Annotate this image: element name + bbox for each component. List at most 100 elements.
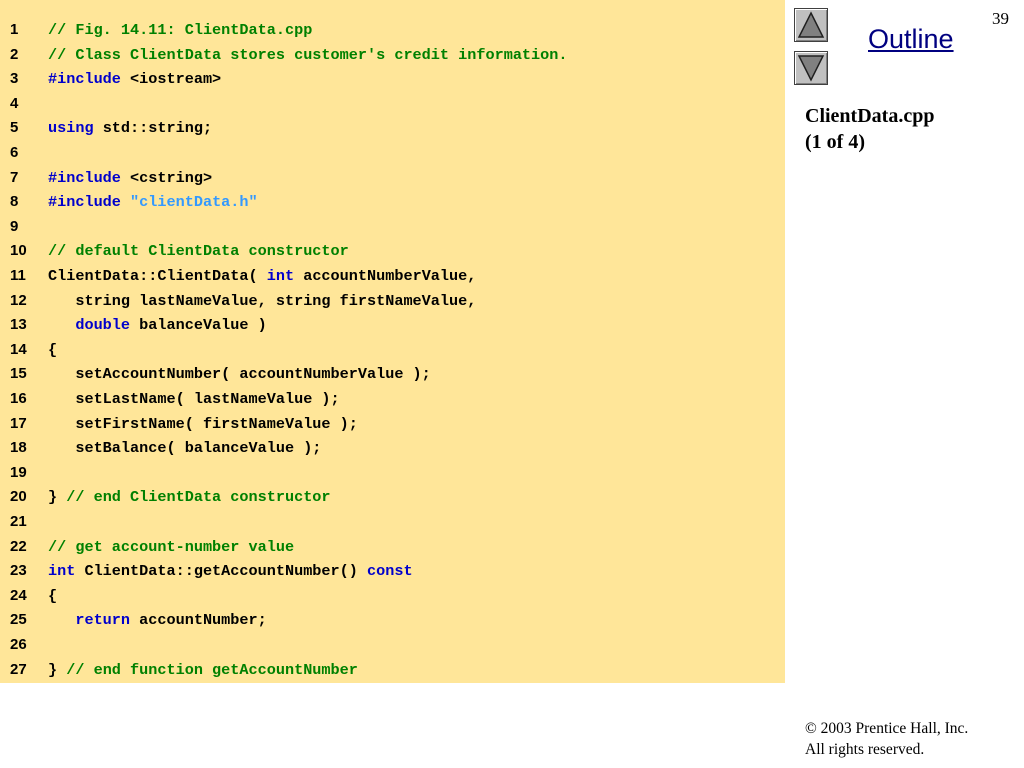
code-text: double balanceValue ) bbox=[48, 313, 266, 338]
line-number: 11 bbox=[10, 267, 26, 284]
code-token-plain: ClientData::ClientData( bbox=[48, 267, 267, 285]
code-text: } // end ClientData constructor bbox=[48, 485, 331, 510]
code-line: 23 int ClientData::getAccountNumber() con… bbox=[0, 559, 785, 584]
copyright-notice: © 2003 Prentice Hall, Inc. All rights re… bbox=[805, 718, 968, 760]
code-token-keyword: const bbox=[367, 562, 413, 581]
code-text: string lastNameValue, string firstNameVa… bbox=[48, 289, 476, 314]
code-text: // Class ClientData stores customer's cr… bbox=[48, 43, 568, 68]
code-line: 20} // end ClientData constructor bbox=[0, 485, 785, 510]
code-token-comment: // default ClientData constructor bbox=[48, 242, 349, 261]
code-token-string: "clientData.h" bbox=[130, 193, 258, 212]
rights-line: All rights reserved. bbox=[805, 741, 925, 758]
line-number: 17 bbox=[10, 414, 27, 432]
line-number: 3 bbox=[10, 70, 19, 88]
line-number: 10 bbox=[10, 242, 27, 260]
code-token-plain: std::string; bbox=[93, 119, 213, 138]
code-token-keyword: using bbox=[48, 119, 94, 138]
line-number: 13 bbox=[10, 316, 27, 334]
code-token-keyword: int bbox=[266, 267, 295, 285]
code-line: 12 string lastNameValue, string firstNam… bbox=[0, 289, 785, 314]
code-token-keyword: #include bbox=[48, 168, 121, 187]
code-line: 6 bbox=[0, 141, 785, 166]
line-number: 15 bbox=[10, 365, 27, 383]
code-token-plain: } bbox=[48, 488, 67, 507]
code-token-comment: // get account-number value bbox=[48, 537, 295, 556]
line-number: 24 bbox=[10, 586, 27, 604]
code-line: 11 ClientData::ClientData( int accountNum… bbox=[0, 264, 785, 289]
code-text: // Fig. 14.11: ClientData.cpp bbox=[48, 18, 312, 43]
code-line: 26 bbox=[0, 633, 785, 658]
code-line: 4 bbox=[0, 92, 785, 117]
code-token-plain: string lastNameValue, string firstNameVa… bbox=[48, 291, 477, 310]
code-text: setBalance( balanceValue ); bbox=[48, 436, 321, 461]
code-line: 5 using std::string; bbox=[0, 116, 785, 141]
line-number: 6 bbox=[10, 144, 19, 161]
code-token-comment: // end ClientData constructor bbox=[66, 488, 331, 507]
code-token-plain: <iostream> bbox=[120, 70, 222, 89]
line-number: 7 bbox=[10, 168, 19, 186]
code-line: 25 return accountNumber; bbox=[0, 608, 785, 633]
copyright-line: © 2003 Prentice Hall, Inc. bbox=[805, 720, 969, 737]
line-number: 26 bbox=[10, 636, 27, 653]
code-token-plain: setBalance( balanceValue ); bbox=[48, 439, 322, 458]
previous-slide-button[interactable] bbox=[794, 8, 828, 42]
triangle-up-icon bbox=[797, 11, 825, 38]
code-text: setFirstName( firstNameValue ); bbox=[48, 412, 358, 437]
code-line: 19 bbox=[0, 461, 785, 486]
code-line: 13 double balanceValue ) bbox=[0, 313, 785, 338]
code-line: 3 #include <iostream> bbox=[0, 67, 785, 92]
code-token-plain: accountNumber; bbox=[130, 611, 267, 630]
code-text: setLastName( lastNameValue ); bbox=[48, 387, 340, 412]
triangle-down-icon bbox=[797, 55, 825, 82]
code-line: 17 setFirstName( firstNameValue ); bbox=[0, 412, 785, 437]
code-line: 21 bbox=[0, 510, 785, 535]
code-line: 14 { bbox=[0, 338, 785, 363]
code-text: setAccountNumber( accountNumberValue ); bbox=[48, 362, 431, 387]
line-number: 8 bbox=[10, 193, 19, 211]
code-token-keyword: double bbox=[75, 316, 131, 335]
code-token-keyword: return bbox=[75, 611, 131, 630]
code-text: ClientData::ClientData( int accountNumbe… bbox=[48, 264, 476, 289]
outline-link[interactable]: Outline bbox=[868, 24, 954, 55]
code-text: } // end function getAccountNumber bbox=[48, 658, 358, 683]
code-text: { bbox=[48, 584, 57, 609]
code-text: #include "clientData.h" bbox=[48, 190, 258, 215]
code-text: // default ClientData constructor bbox=[48, 239, 349, 264]
file-name: ClientData.cpp bbox=[805, 105, 935, 127]
code-line: 22 // get account-number value bbox=[0, 535, 785, 560]
code-text: // get account-number value bbox=[48, 535, 294, 560]
code-token-keyword: int bbox=[48, 562, 76, 581]
code-token-plain: } bbox=[48, 660, 67, 679]
code-text: return accountNumber; bbox=[48, 608, 267, 633]
line-number: 5 bbox=[10, 119, 19, 137]
code-line: 24 { bbox=[0, 584, 785, 609]
line-number: 16 bbox=[10, 390, 27, 407]
part-indicator: (1 of 4) bbox=[805, 131, 865, 153]
page-number: 39 bbox=[992, 9, 1009, 28]
line-number: 12 bbox=[10, 291, 27, 309]
line-number: 1 bbox=[10, 21, 19, 38]
line-number: 18 bbox=[10, 439, 27, 457]
line-number: 22 bbox=[10, 537, 27, 555]
line-number: 14 bbox=[10, 340, 27, 358]
code-token-keyword: #include bbox=[48, 193, 121, 212]
code-line: 1 // Fig. 14.11: ClientData.cpp bbox=[0, 18, 785, 43]
line-number: 23 bbox=[10, 562, 27, 580]
code-line: 8 #include "clientData.h" bbox=[0, 190, 785, 215]
line-number: 25 bbox=[10, 611, 27, 629]
code-line: 16 setLastName( lastNameValue ); bbox=[0, 387, 785, 412]
line-number: 9 bbox=[10, 217, 19, 235]
line-number: 4 bbox=[10, 94, 19, 112]
code-line: 9 bbox=[0, 215, 785, 240]
code-text: { bbox=[48, 338, 57, 363]
code-token-plain: ClientData::getAccountNumber() bbox=[75, 562, 367, 581]
code-line: 27} // end function getAccountNumber bbox=[0, 658, 785, 683]
code-text: #include <cstring> bbox=[48, 166, 212, 191]
code-text: #include <iostream> bbox=[48, 67, 221, 92]
code-text: using std::string; bbox=[48, 116, 212, 141]
code-token-plain: setAccountNumber( accountNumberValue ); bbox=[48, 365, 431, 384]
next-slide-button[interactable] bbox=[794, 51, 828, 85]
code-token-plain: setLastName( lastNameValue ); bbox=[48, 390, 340, 408]
code-token-comment: // Fig. 14.11: ClientData.cpp bbox=[48, 21, 313, 39]
